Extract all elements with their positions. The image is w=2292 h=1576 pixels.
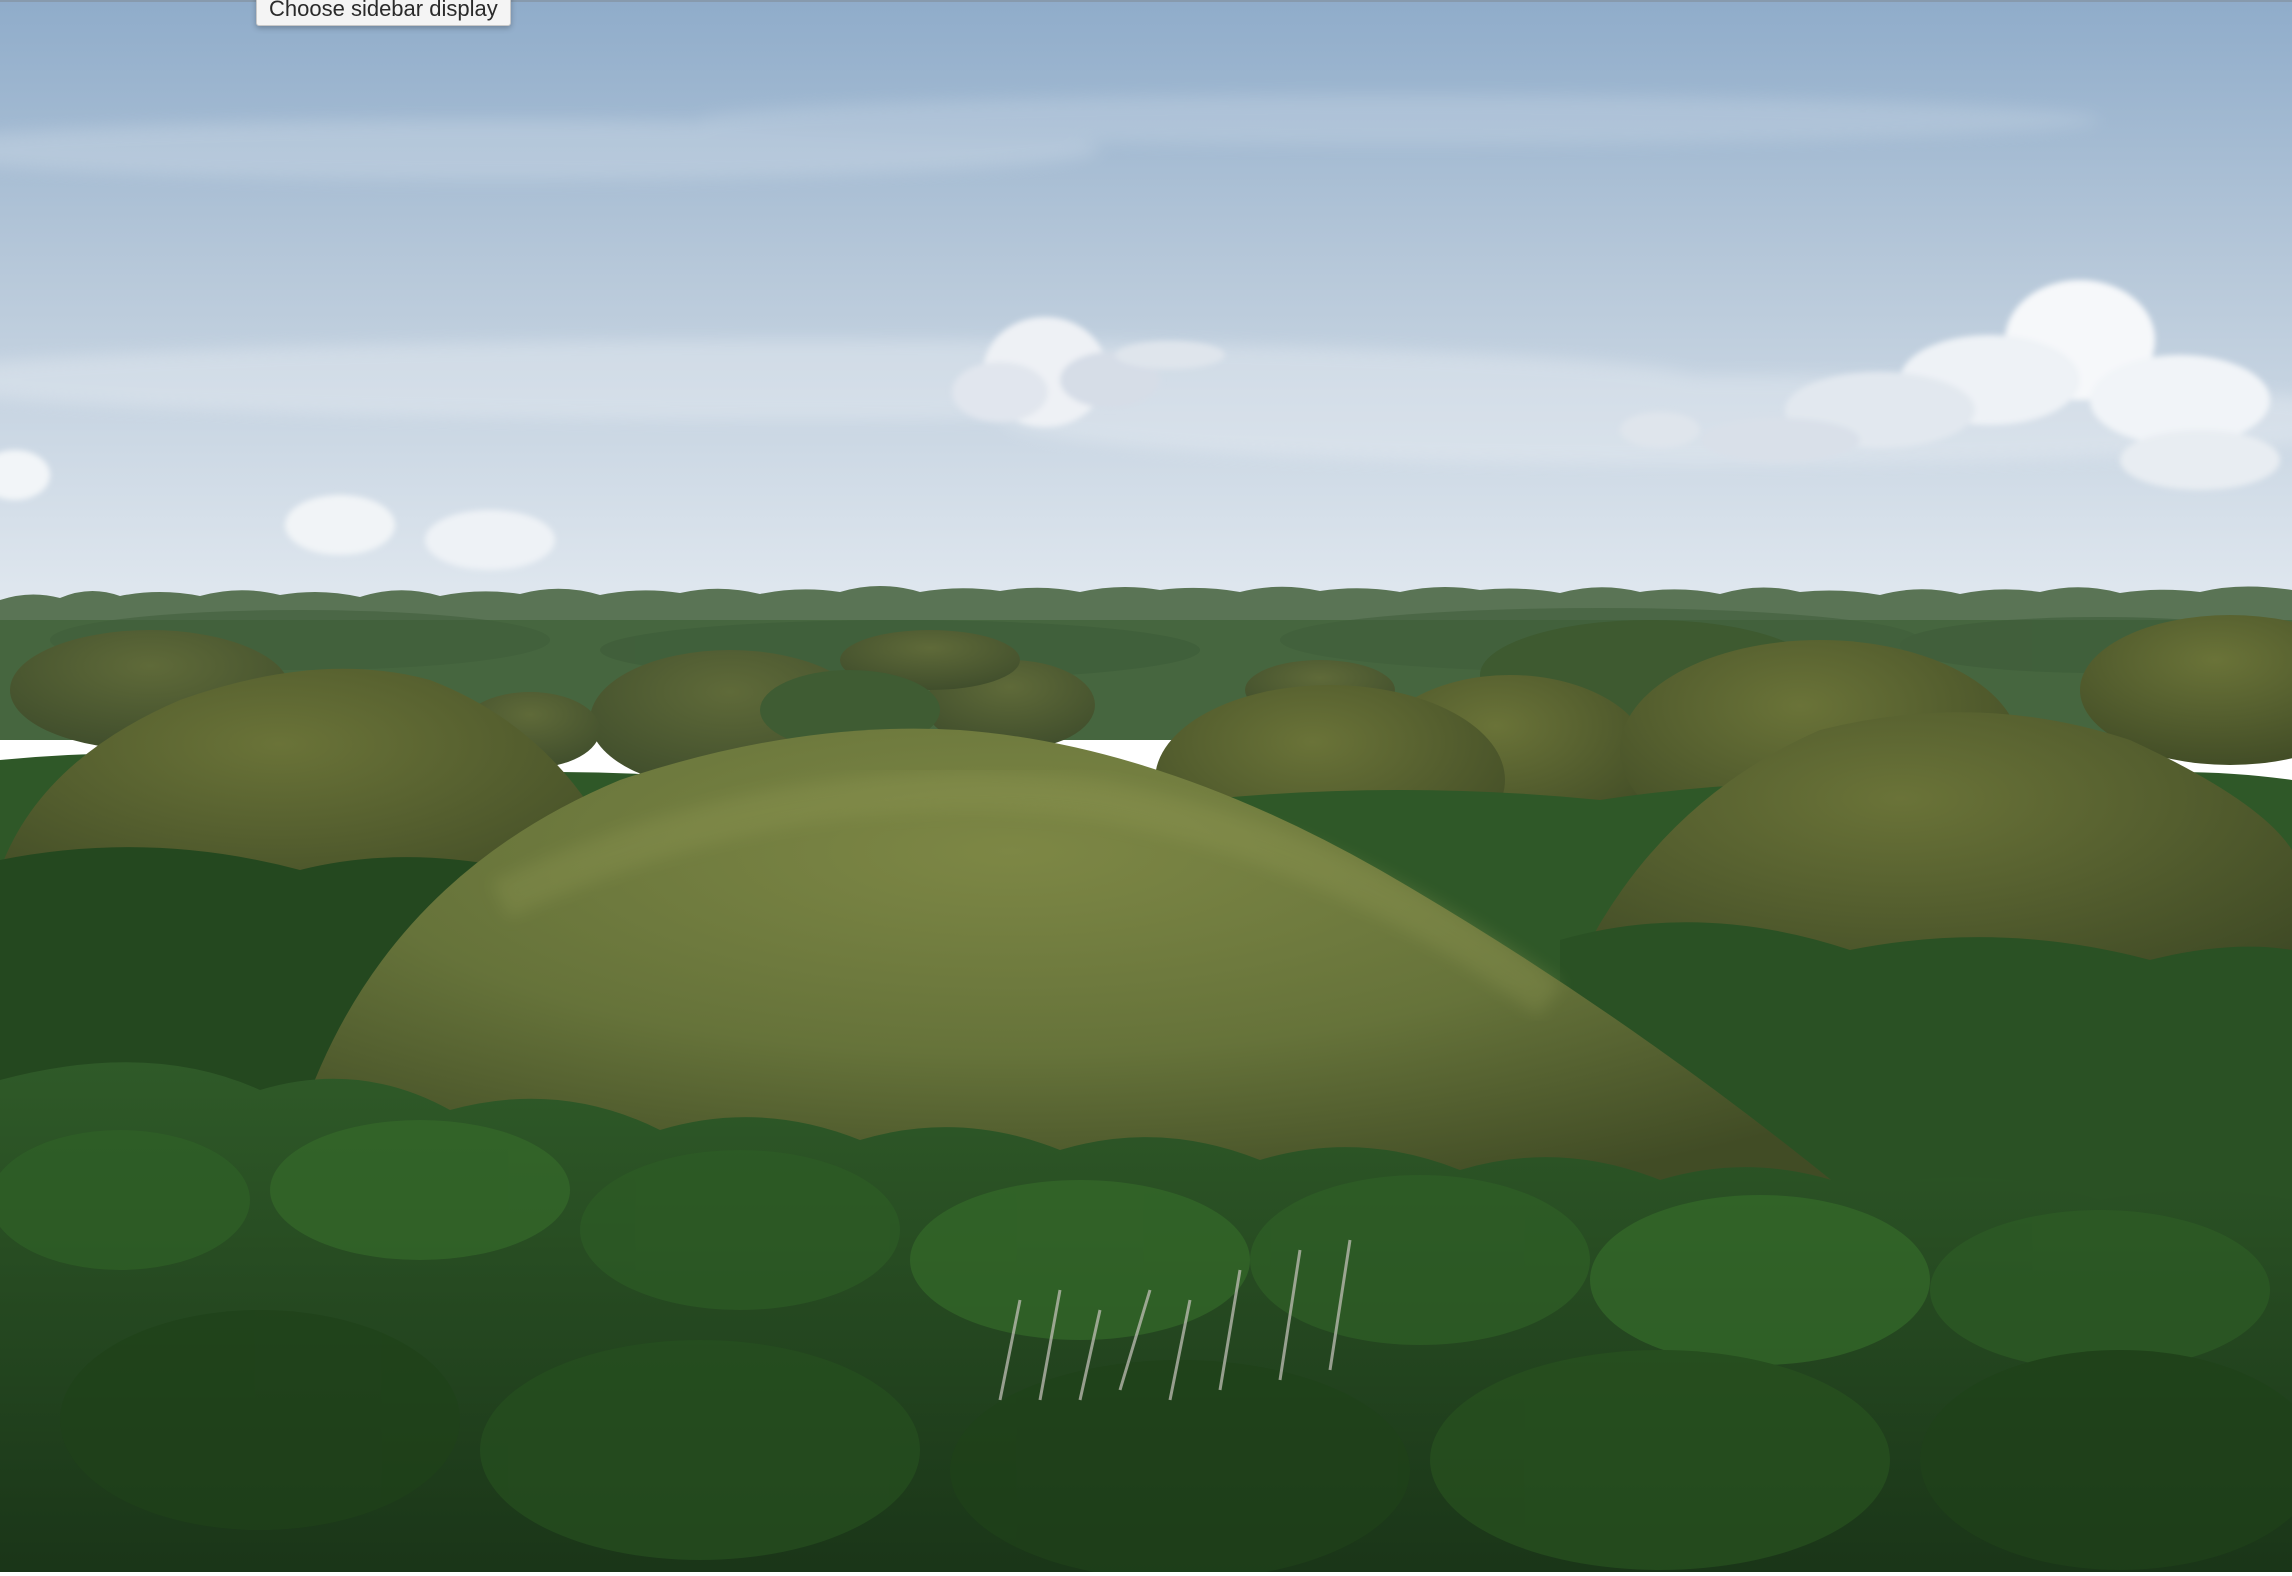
sidebar-display-tooltip: Choose sidebar display (256, 0, 511, 26)
landscape-photo (0, 0, 2292, 1576)
image-viewer: Choose sidebar display (0, 0, 2292, 1576)
window-bottom-edge (0, 1572, 2292, 1576)
